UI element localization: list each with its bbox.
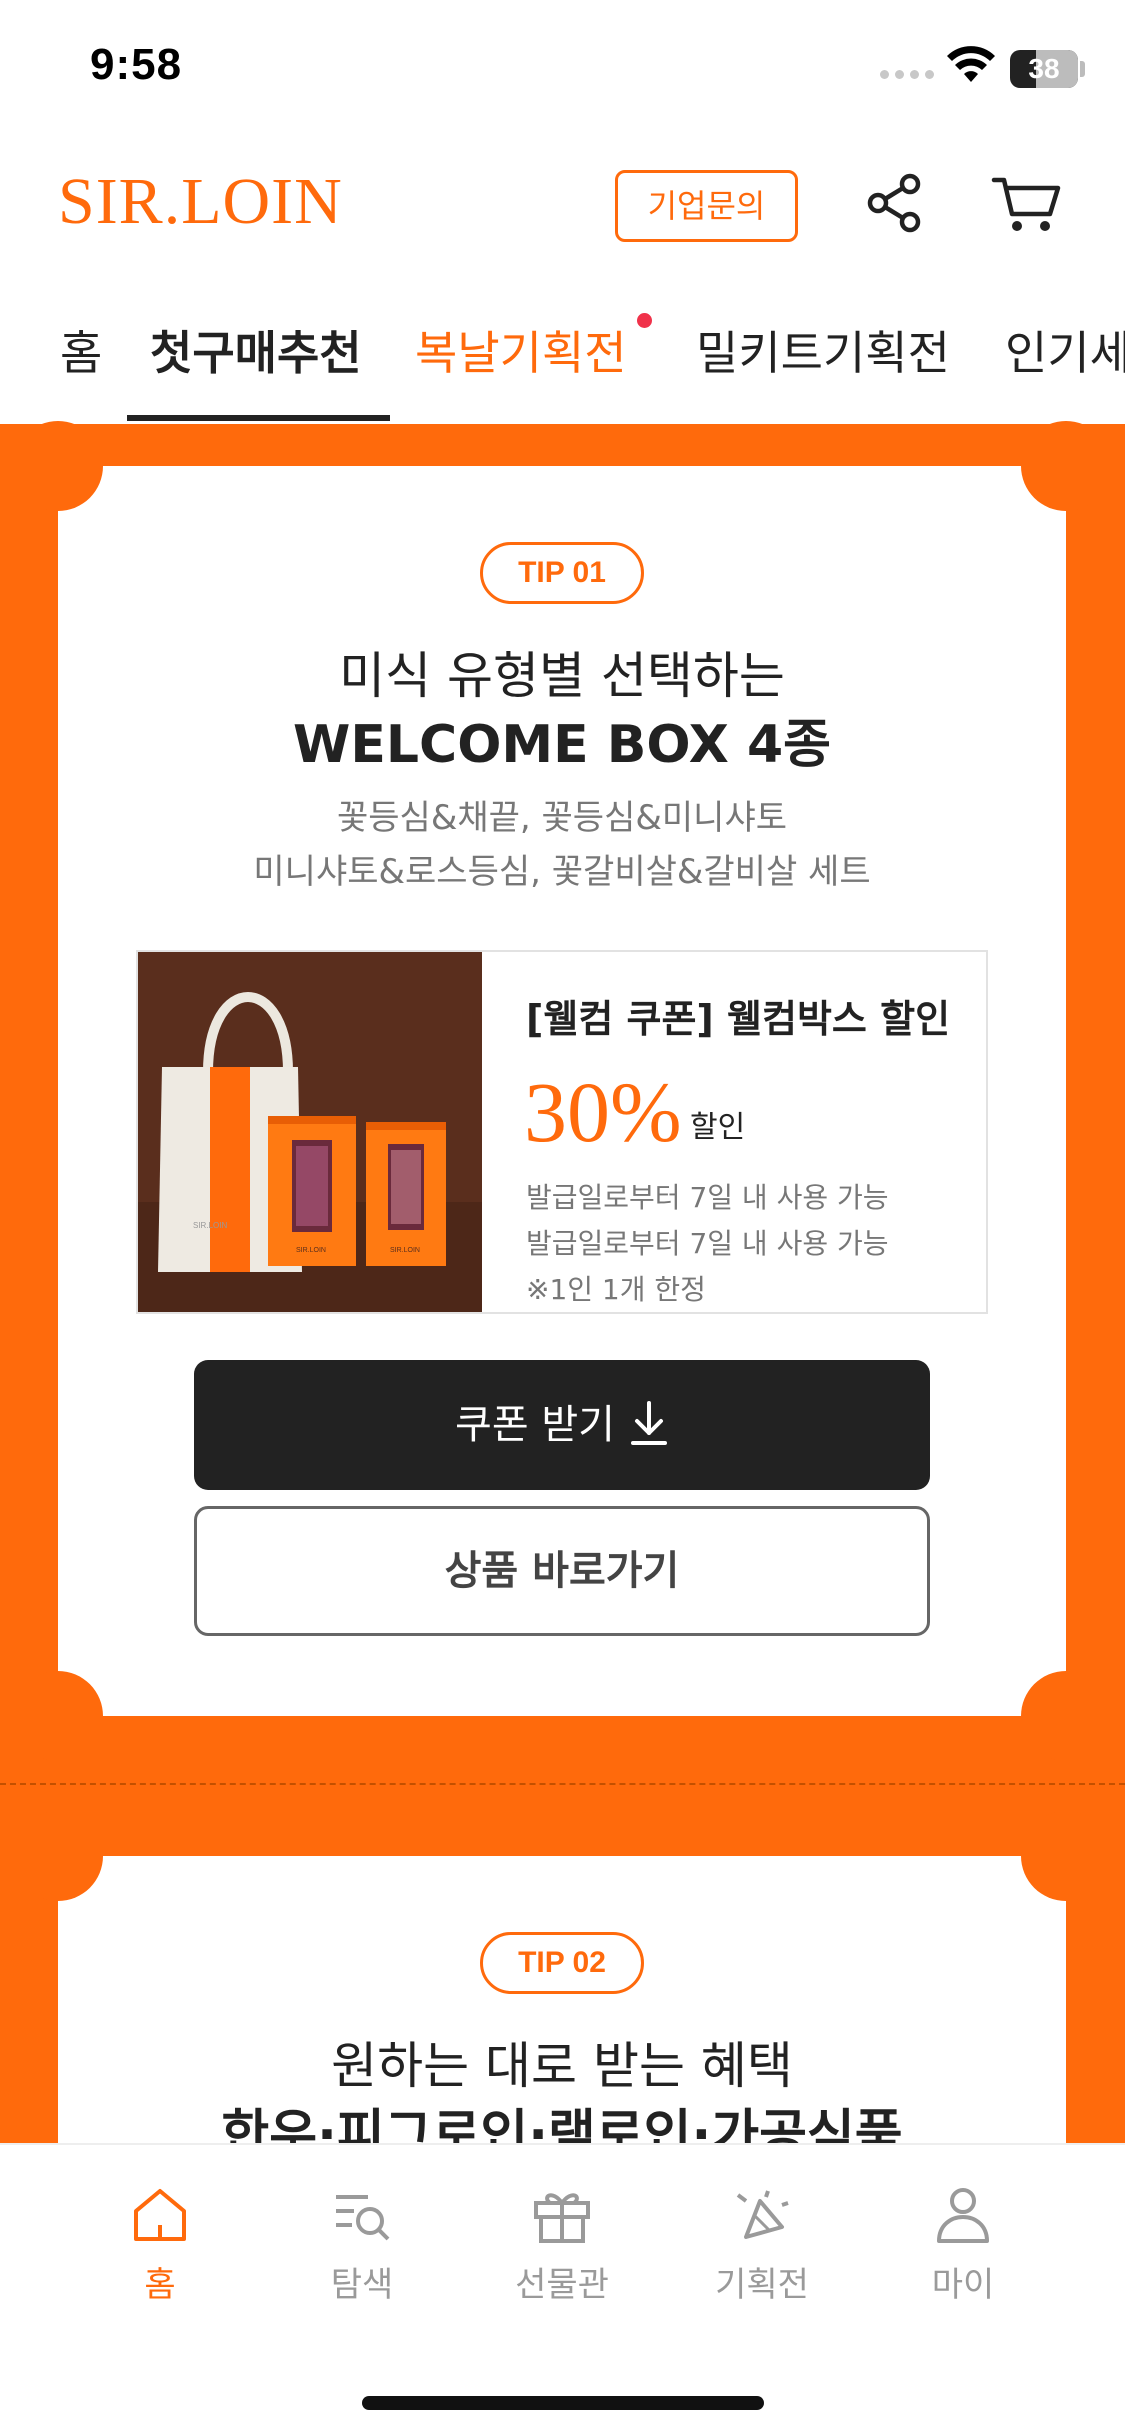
gift-icon <box>534 2193 590 2243</box>
bag-logo-text: SIR.LOIN <box>193 1221 227 1230</box>
new-badge-dot <box>637 313 652 328</box>
battery-percent: 38 <box>1028 53 1060 84</box>
welcome-coupon-card[interactable]: SIR.LOIN SIR.LOIN SIR.LOIN [웰컴 쿠폰] 웰컴박스 … <box>136 950 988 1314</box>
nav-my-label: 마이 <box>931 2265 995 2305</box>
tip-title: 원하는 대로 받는 혜택 <box>331 2037 793 2095</box>
status-time: 9:58 <box>90 40 183 89</box>
battery-indicator: 38 <box>1010 50 1078 88</box>
box-logo-text: SIR.LOIN <box>390 1247 420 1254</box>
download-icon <box>630 1401 667 1445</box>
tab-popular[interactable]: 인기세 <box>1005 317 1125 383</box>
share-icon[interactable] <box>860 168 930 238</box>
coupon-discount-percent: 30% <box>524 1064 682 1160</box>
nav-home[interactable]: 홈 <box>90 2185 230 2306</box>
coupon-terms-line: 발급일로부터 7일 내 사용 가능 <box>526 1181 889 1214</box>
go-to-product-button[interactable]: 상품 바로가기 <box>194 1506 930 1636</box>
nav-explore[interactable]: 탐색 <box>292 2185 432 2306</box>
nav-explore-label: 탐색 <box>330 2265 394 2305</box>
nav-home-label: 홈 <box>144 2265 176 2305</box>
tip-badge: TIP 01 <box>480 542 644 604</box>
tip-subtitle-line: 꽃등심&채끝, 꽃등심&미니샤토 <box>337 798 787 838</box>
app-header: SIR.LOIN 기업문의 <box>0 140 1125 270</box>
tab-boknal-event[interactable]: 복날기획전 <box>415 317 627 383</box>
nav-my[interactable]: 마이 <box>893 2185 1033 2306</box>
coupon-discount-label: 할인 <box>690 1110 746 1145</box>
tip-title-bold: WELCOME BOX 4종 <box>293 715 831 775</box>
status-bar: 9:58 38 <box>0 0 1125 140</box>
coupon-title: [웰컴 쿠폰] 웰컴박스 할인 <box>526 997 951 1041</box>
category-tabs: 홈 첫구매추천 복날기획전 밀키트기획전 인기세 <box>0 295 1125 425</box>
party-icon <box>736 2190 789 2239</box>
perforation-divider <box>0 1783 1125 1785</box>
active-tab-indicator <box>127 415 390 421</box>
coupon-terms-line: 발급일로부터 7일 내 사용 가능 <box>526 1227 889 1260</box>
box-logo-text: SIR.LOIN <box>296 1247 326 1254</box>
tip-badge: TIP 02 <box>480 1932 644 1994</box>
promo-area: TIP 01 미식 유형별 선택하는 WELCOME BOX 4종 꽃등심&채끝… <box>0 421 1125 2256</box>
battery-tip <box>1080 61 1085 77</box>
brand-logo[interactable]: SIR.LOIN <box>58 164 343 240</box>
tab-first-purchase[interactable]: 첫구매추천 <box>150 317 362 383</box>
corporate-inquiry-button[interactable]: 기업문의 <box>615 170 798 242</box>
nav-gift-label: 선물관 <box>515 2265 609 2305</box>
download-coupon-button[interactable]: 쿠폰 받기 <box>194 1360 930 1490</box>
nav-events-label: 기획전 <box>715 2265 809 2305</box>
download-coupon-label: 쿠폰 받기 <box>455 1402 615 1448</box>
tip-card-1: TIP 01 미식 유형별 선택하는 WELCOME BOX 4종 꽃등심&채끝… <box>13 421 1111 1761</box>
tip-subtitle-line: 미니샤토&로스등심, 꽃갈비살&갈비살 세트 <box>253 852 871 892</box>
person-icon <box>937 2188 989 2243</box>
wifi-icon <box>947 46 995 82</box>
home-icon <box>134 2189 186 2241</box>
nav-gift[interactable]: 선물관 <box>492 2185 632 2306</box>
tab-mealkit-event[interactable]: 밀키트기획전 <box>696 317 950 383</box>
cart-icon[interactable] <box>990 168 1064 238</box>
cellular-signal-icon <box>880 70 934 79</box>
nav-events[interactable]: 기획전 <box>692 2185 832 2306</box>
tab-home[interactable]: 홈 <box>60 317 102 383</box>
coupon-limit-line: ※1인 1개 한정 <box>526 1273 706 1306</box>
welcome-box-product-image: SIR.LOIN SIR.LOIN SIR.LOIN <box>138 952 482 1312</box>
home-indicator <box>362 2396 764 2410</box>
bottom-tab-bar: 홈 탐색 선물관 기획전 마이 <box>0 2143 1125 2436</box>
tip-title: 미식 유형별 선택하는 <box>339 647 785 705</box>
search-list-icon <box>336 2195 390 2241</box>
